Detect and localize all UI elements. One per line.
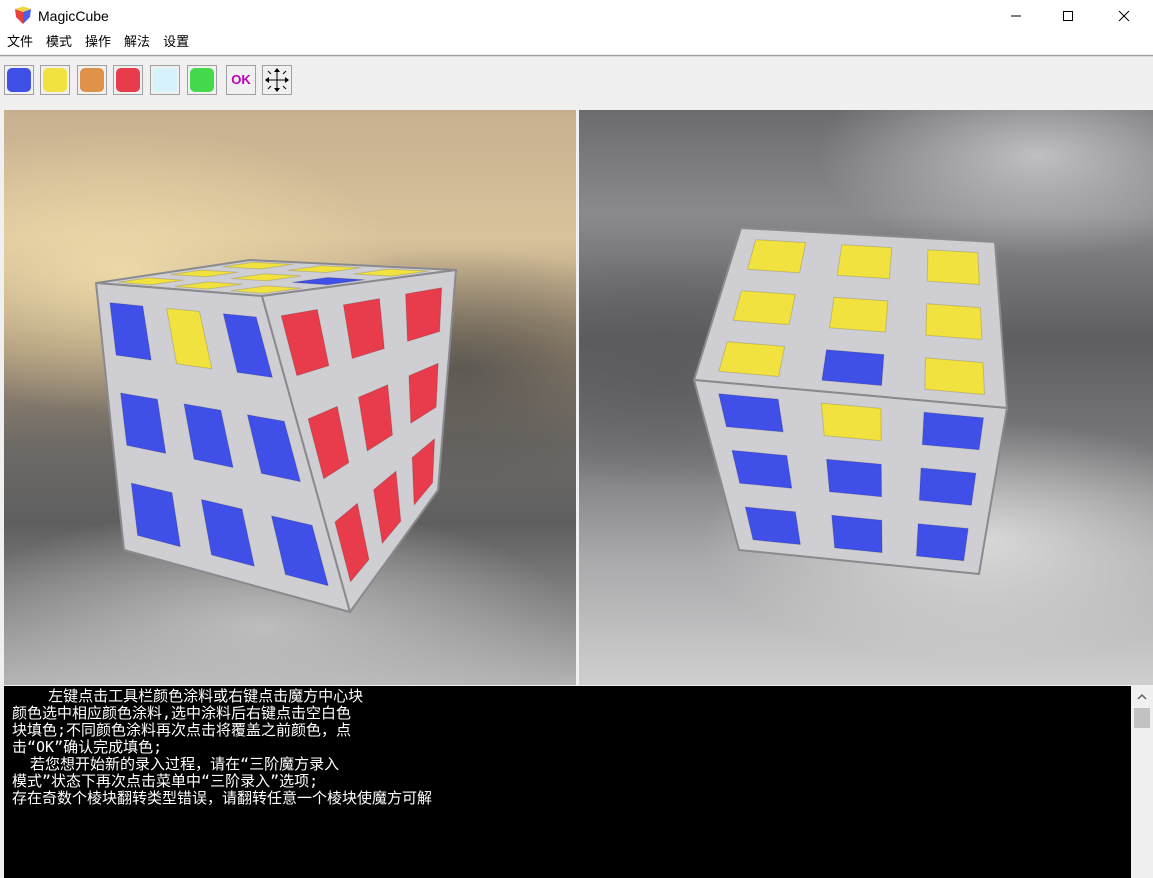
console-line: 块填色;不同颜色涂料再次点击将覆盖之前颜色，点 bbox=[12, 721, 352, 739]
paint-green-button[interactable] bbox=[187, 65, 217, 95]
cube-sticker bbox=[829, 296, 889, 333]
paint-yellow-button[interactable] bbox=[40, 65, 70, 95]
minimize-button[interactable] bbox=[993, 0, 1039, 32]
cube-sticker bbox=[921, 411, 984, 451]
title-bar: MagicCube bbox=[0, 0, 1153, 32]
console-line: 击“OK”确认完成填色; bbox=[12, 738, 163, 756]
ok-label: OK bbox=[231, 72, 251, 87]
ok-button[interactable]: OK bbox=[226, 65, 256, 95]
green-swatch bbox=[190, 68, 214, 92]
message-console: 左键点击工具栏颜色涂料或右键点击魔方中心块 颜色选中相应颜色涂料,选中涂料后右键点… bbox=[4, 686, 1131, 878]
cube-sticker bbox=[926, 249, 980, 285]
red-swatch bbox=[116, 68, 140, 92]
menu-mode[interactable]: 模式 bbox=[39, 32, 78, 54]
move-arrows-icon bbox=[265, 68, 289, 92]
window-title: MagicCube bbox=[38, 8, 109, 24]
cube-view-right[interactable] bbox=[579, 110, 1153, 685]
cube-view-left[interactable] bbox=[4, 110, 576, 685]
menu-bar: 文件 模式 操作 解法 设置 bbox=[0, 32, 1153, 54]
menu-operation[interactable]: 操作 bbox=[78, 32, 117, 54]
cube-right-render[interactable] bbox=[579, 110, 1153, 685]
cube-sticker bbox=[820, 402, 882, 442]
menu-solution[interactable]: 解法 bbox=[117, 32, 156, 54]
paint-blue-button[interactable] bbox=[4, 65, 34, 95]
chevron-up-icon bbox=[1137, 693, 1147, 700]
cube-sticker bbox=[731, 449, 793, 489]
menu-separator bbox=[0, 55, 1153, 57]
cube-sticker bbox=[915, 523, 969, 562]
paint-orange-button[interactable] bbox=[77, 65, 107, 95]
maximize-icon bbox=[1063, 11, 1073, 21]
toolbar: OK bbox=[0, 58, 1153, 104]
move-button[interactable] bbox=[262, 65, 292, 95]
orange-swatch bbox=[80, 68, 104, 92]
console-line: 存在奇数个棱块翻转类型错误，请翻转任意一个棱块使魔方可解 bbox=[12, 789, 433, 807]
menu-settings[interactable]: 设置 bbox=[156, 32, 195, 54]
cube-sticker bbox=[718, 393, 784, 433]
cube-left-render[interactable] bbox=[4, 110, 576, 685]
maximize-button[interactable] bbox=[1045, 0, 1091, 32]
close-button[interactable] bbox=[1101, 0, 1147, 32]
cube-sticker bbox=[831, 514, 883, 554]
scroll-up-button[interactable] bbox=[1135, 690, 1149, 704]
console-scrollbar[interactable] bbox=[1131, 686, 1153, 878]
cube-sticker bbox=[821, 349, 885, 386]
close-icon bbox=[1118, 10, 1130, 22]
console-text: 左键点击工具栏颜色涂料或右键点击魔方中心块 颜色选中相应颜色涂料,选中涂料后右键点… bbox=[12, 688, 432, 807]
console-line: 颜色选中相应颜色涂料,选中涂料后右键点击空白色 bbox=[12, 704, 352, 722]
menu-file[interactable]: 文件 bbox=[0, 32, 39, 54]
minimize-icon bbox=[1011, 15, 1021, 17]
cube-sticker bbox=[732, 290, 796, 326]
cube-sticker bbox=[747, 239, 807, 274]
console-line: 左键点击工具栏颜色涂料或右键点击魔方中心块 bbox=[12, 687, 364, 705]
cube-sticker bbox=[918, 467, 977, 506]
cube-sticker bbox=[826, 458, 883, 498]
cube-sticker bbox=[744, 506, 801, 545]
paint-white-button[interactable] bbox=[150, 65, 180, 95]
yellow-swatch bbox=[43, 68, 67, 92]
blue-swatch bbox=[7, 68, 31, 92]
cube-sticker bbox=[836, 244, 893, 280]
cube-sticker bbox=[925, 303, 983, 340]
paint-red-button[interactable] bbox=[113, 65, 143, 95]
app-logo-icon bbox=[15, 6, 31, 24]
console-line: 若您想开始新的录入过程，请在“三阶魔方录入 bbox=[12, 755, 340, 773]
cube-sticker bbox=[718, 341, 786, 377]
console-line: 模式”状态下再次点击菜单中“三阶录入”选项; bbox=[12, 772, 319, 790]
cube-sticker bbox=[924, 357, 985, 395]
scroll-thumb[interactable] bbox=[1134, 708, 1150, 728]
white-swatch bbox=[153, 68, 177, 92]
